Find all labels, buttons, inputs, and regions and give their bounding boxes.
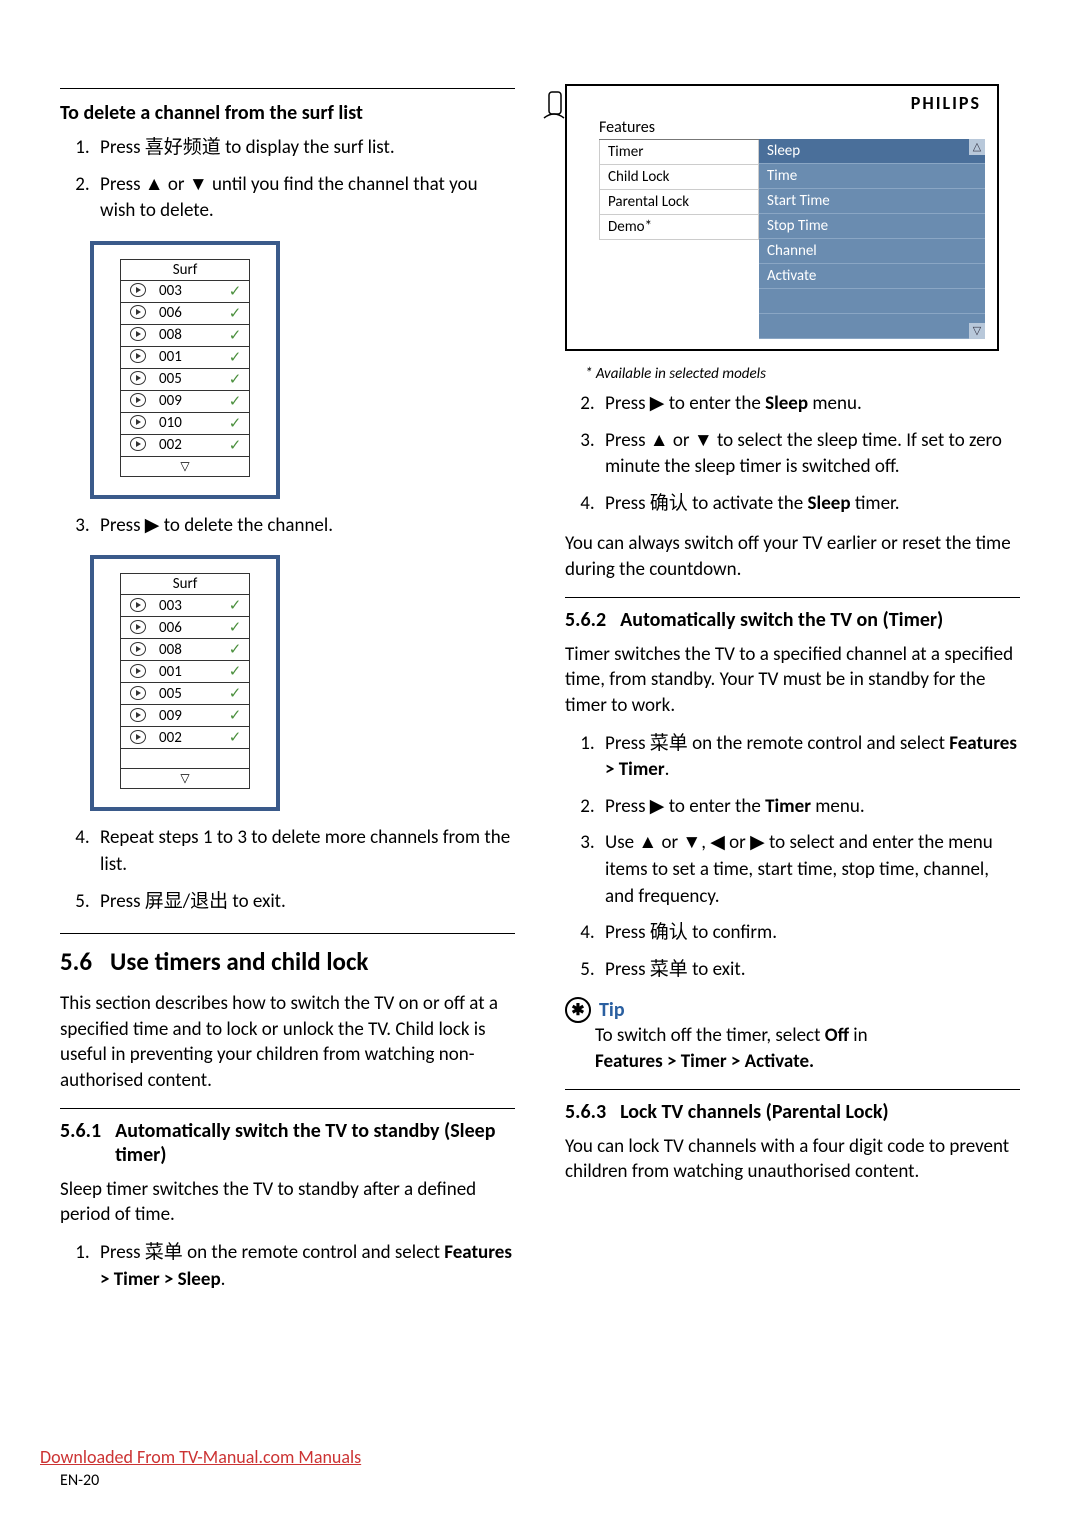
heading-number: 5.6.1 (60, 1119, 101, 1167)
scroll-up-icon: △ (969, 139, 985, 155)
brand-label: PHILIPS (567, 86, 997, 114)
paragraph: Timer switches the TV to a specified cha… (565, 642, 1020, 719)
step: Press 喜好频道 to display the surf list. (94, 135, 515, 162)
heading-number: 5.6.3 (565, 1100, 606, 1124)
step: Press ▲ or ▼ to select the sleep time. I… (599, 428, 1020, 481)
scroll-down-icon: ▽ (121, 456, 250, 476)
steps-delete-a: Press 喜好频道 to display the surf list. Pre… (60, 135, 515, 225)
paragraph: You can lock TV channels with a four dig… (565, 1134, 1020, 1185)
page-footer: Downloaded From TV-Manual.com Manuals EN… (40, 1446, 361, 1490)
paragraph: Sleep timer switches the TV to standby a… (60, 1177, 515, 1228)
heading-text: Lock TV channels (Parental Lock) (620, 1100, 1020, 1124)
menu-left-pane: Timer Child Lock Parental Lock Demo* (599, 139, 759, 339)
menu-option: Time (759, 164, 985, 189)
tip-icon: ✱ (565, 997, 591, 1023)
heading-5-6-1: 5.6.1 Automatically switch the TV to sta… (60, 1119, 515, 1167)
page-number: EN-20 (60, 1471, 99, 1490)
check-icon: ✓ (221, 280, 250, 302)
remote-icon (541, 90, 567, 126)
surf-title: Surf (121, 574, 250, 595)
heading-text: Automatically switch the TV on (Timer) (620, 608, 1020, 632)
surf-title: Surf (121, 259, 250, 280)
tip-body: To switch off the timer, select Off in F… (595, 1023, 1020, 1074)
step: Press 确认 to confirm. (599, 920, 1020, 947)
surf-list-diagram-1: Surf 003✓ 006✓ 008✓ 001✓ 005✓ 009✓ 010✓ … (90, 241, 280, 499)
step: Use ▲ or ▼, ◀ or ▶ to select and enter t… (599, 830, 1020, 910)
step: Press 菜单 on the remote control and selec… (599, 731, 1020, 784)
steps-delete-b: Repeat steps 1 to 3 to delete more chann… (60, 825, 515, 915)
heading-text: Automatically switch the TV to standby (… (115, 1119, 515, 1167)
step: Press ▶ to enter the Sleep menu. (599, 391, 1020, 418)
step: Press ▶ to enter the Timer menu. (599, 794, 1020, 821)
steps-delete-3: Press ▶ to delete the channel. (60, 513, 515, 540)
menu-breadcrumb: Features (599, 118, 655, 137)
left-column: To delete a channel from the surf list P… (60, 70, 515, 1307)
steps-sleep-cont: Press ▶ to enter the Sleep menu. Press ▲… (565, 391, 1020, 517)
heading-number: 5.6.2 (565, 608, 606, 632)
manual-page: To delete a channel from the surf list P… (0, 0, 1080, 1528)
step: Press ▲ or ▼ until you find the channel … (94, 172, 515, 225)
source-link[interactable]: Downloaded From TV-Manual.com Manuals (40, 1446, 361, 1468)
heading-number: 5.6 (60, 946, 92, 977)
footnote: * Available in selected models (585, 365, 1020, 383)
scroll-down-icon: ▽ (969, 323, 985, 339)
paragraph: You can always switch off your TV earlie… (565, 531, 1020, 582)
steps-timer: Press 菜单 on the remote control and selec… (565, 731, 1020, 984)
menu-option: Sleep (759, 139, 985, 164)
heading-5-6-2: 5.6.2 Automatically switch the TV on (Ti… (565, 608, 1020, 632)
scroll-down-icon: ▽ (121, 769, 250, 789)
menu-option: Stop Time (759, 214, 985, 239)
philips-menu-diagram: PHILIPS Features Timer Child Lock Parent… (565, 84, 999, 351)
right-column: PHILIPS Features Timer Child Lock Parent… (565, 70, 1020, 1307)
heading-delete-channel: To delete a channel from the surf list (60, 101, 515, 125)
step: Press 菜单 on the remote control and selec… (94, 1240, 515, 1293)
menu-item: Child Lock (599, 165, 759, 190)
step: Press ▶ to delete the channel. (94, 513, 515, 540)
menu-item: Parental Lock (599, 190, 759, 215)
heading-text: Use timers and child lock (110, 946, 368, 977)
menu-item: Timer (599, 140, 759, 165)
step: Repeat steps 1 to 3 to delete more chann… (94, 825, 515, 878)
surf-list-diagram-2: Surf 003✓ 006✓ 008✓ 001✓ 005✓ 009✓ 002✓ … (90, 555, 280, 811)
step: Press 确认 to activate the Sleep timer. (599, 491, 1020, 518)
menu-option: Start Time (759, 189, 985, 214)
step: Press 屏显/退出 to exit. (94, 889, 515, 916)
channel-icon (130, 283, 146, 297)
heading-5-6-3: 5.6.3 Lock TV channels (Parental Lock) (565, 1100, 1020, 1124)
tip-label: Tip (599, 998, 625, 1022)
menu-right-pane: △ Sleep Time Start Time Stop Time Channe… (759, 139, 985, 339)
menu-option: Channel (759, 239, 985, 264)
step: Press 菜单 to exit. (599, 957, 1020, 984)
heading-5-6: 5.6 Use timers and child lock (60, 946, 515, 977)
menu-option: Activate (759, 264, 985, 289)
tip-block: ✱ Tip To switch off the timer, select Of… (565, 997, 1020, 1074)
paragraph: This section describes how to switch the… (60, 991, 515, 1094)
steps-sleep-start: Press 菜单 on the remote control and selec… (60, 1240, 515, 1293)
menu-item: Demo* (599, 215, 759, 240)
